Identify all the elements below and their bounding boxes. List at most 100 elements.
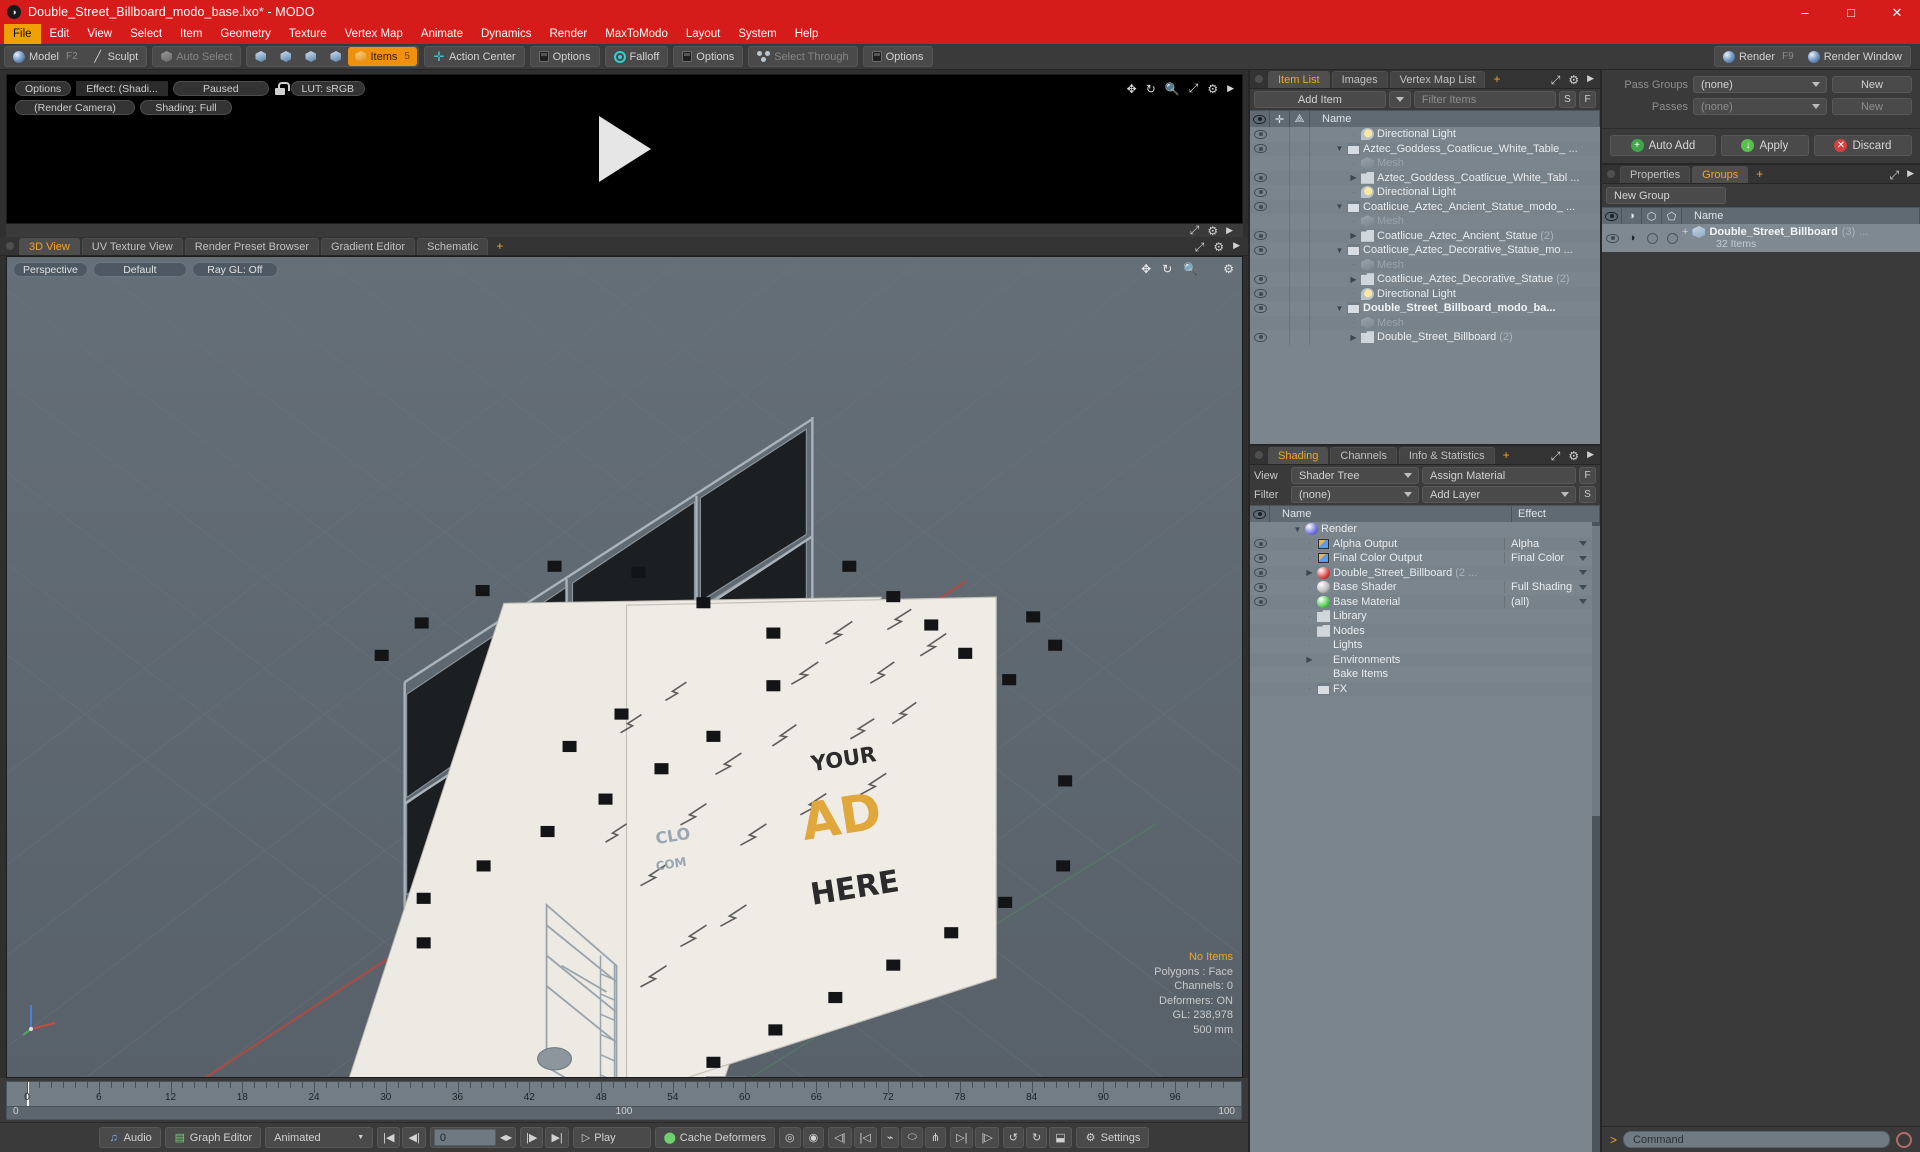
command-input[interactable]: Command <box>1623 1131 1890 1148</box>
table-row[interactable]: · Library <box>1250 609 1592 624</box>
record-icon[interactable] <box>1896 1131 1912 1148</box>
tab-info-statistics[interactable]: Info & Statistics <box>1398 447 1495 464</box>
item-list-f-button[interactable]: F <box>1579 91 1596 108</box>
settings-button[interactable]: ⚙ Settings <box>1075 1127 1150 1148</box>
table-row[interactable]: ▼ Render <box>1250 522 1592 537</box>
passes-new-button[interactable]: New <box>1832 98 1912 115</box>
menu-view[interactable]: View <box>78 24 121 44</box>
last-key-button[interactable]: |▷ <box>975 1127 999 1148</box>
action-center-options-button[interactable]: Options <box>532 47 598 66</box>
table-row[interactable]: · Mesh <box>1250 257 1600 272</box>
menu-help[interactable]: Help <box>786 24 828 44</box>
render-preview-panel[interactable]: Options Effect: (Shadi... Paused LUT: sR… <box>6 74 1243 224</box>
table-row[interactable]: ▶ Coatlicue_Aztec_Decorative_Statue (2) <box>1250 272 1600 287</box>
first-key-button[interactable]: |◁ <box>853 1127 877 1148</box>
col-axis-header[interactable]: ⟁ <box>1290 110 1310 128</box>
menu-select[interactable]: Select <box>121 24 171 44</box>
gear-icon[interactable]: ⚙ <box>1568 73 1579 88</box>
discard-button[interactable]: ✕ Discard <box>1813 135 1913 156</box>
graph-editor-button[interactable]: ▤ Graph Editor <box>164 1127 262 1148</box>
col-wire-header[interactable]: ⬠ <box>1662 207 1682 225</box>
previous-frame-button[interactable]: ◀| <box>402 1127 426 1148</box>
next-key-button[interactable]: ▷| <box>950 1127 974 1148</box>
chevron-right-icon[interactable]: ▶ <box>1226 225 1233 236</box>
add-layer-button[interactable]: Add Layer <box>1422 486 1576 503</box>
close-button[interactable]: ✕ <box>1874 0 1920 24</box>
visibility-toggle[interactable] <box>1250 597 1270 607</box>
chevron-right-icon[interactable]: ▶ <box>1907 168 1914 183</box>
viewport-raygl-toggle[interactable]: Ray GL: Off <box>191 262 278 277</box>
items-mode-button[interactable]: Items 5 <box>348 47 417 66</box>
visibility-toggle[interactable] <box>1250 144 1270 154</box>
select-through-button[interactable]: Select Through <box>750 47 855 66</box>
add-tab-button[interactable]: + <box>490 239 509 253</box>
col-render-header[interactable]: ◑ <box>1622 207 1642 225</box>
table-row[interactable]: · Base Material (all) <box>1250 594 1592 609</box>
menu-vertex-map[interactable]: Vertex Map <box>336 24 412 44</box>
auto-add-button[interactable]: + Auto Add <box>1610 135 1716 156</box>
add-tab-button[interactable]: + <box>1750 167 1769 181</box>
tab-schematic[interactable]: Schematic <box>417 238 489 255</box>
timeline-panel[interactable]: 0 6 12 18 24 30 36 42 48 54 60 66 72 78 84 90 96 0 100 1… <box>0 1078 1248 1122</box>
group-shade-toggle[interactable] <box>1642 232 1662 244</box>
menu-animate[interactable]: Animate <box>412 24 472 44</box>
preview-paused-button[interactable]: Paused <box>172 81 269 96</box>
move-icon[interactable]: ✥ <box>1141 262 1151 276</box>
visibility-toggle[interactable] <box>1250 332 1270 342</box>
apply-button[interactable]: ↓ Apply <box>1720 135 1809 156</box>
table-row[interactable]: · Alpha Output Alpha <box>1250 536 1592 551</box>
chevron-right-icon[interactable]: ▶ <box>1233 240 1240 255</box>
add-item-dropdown[interactable] <box>1388 91 1411 108</box>
frame-value[interactable]: 0 <box>433 1129 496 1146</box>
edge-mode-button[interactable] <box>273 47 298 66</box>
axis-cell[interactable] <box>1290 243 1310 258</box>
cache-deformers-button[interactable]: ⬤ Cache Deformers <box>654 1127 775 1148</box>
add-item-button[interactable]: Add Item <box>1254 91 1386 108</box>
axis-cell[interactable] <box>1290 286 1310 301</box>
lock-cell[interactable] <box>1270 214 1290 229</box>
cycle-button[interactable]: ↻ <box>1025 1127 1048 1148</box>
axis-cell[interactable] <box>1290 170 1310 185</box>
audio-button[interactable]: ♫ Audio <box>98 1127 161 1148</box>
gear-icon[interactable]: ⚙ <box>1213 240 1224 255</box>
table-row[interactable]: · Mesh <box>1250 156 1600 171</box>
table-row[interactable]: · Directional Light <box>1250 286 1600 301</box>
shading-f-button[interactable]: F <box>1579 467 1596 484</box>
zoom-icon[interactable]: 🔍 <box>1165 82 1180 96</box>
visibility-toggle[interactable] <box>1250 173 1270 183</box>
tab-uv-texture-view[interactable]: UV Texture View <box>81 238 183 255</box>
col-shade-header[interactable]: ⬡ <box>1642 207 1662 225</box>
chevron-down-icon[interactable] <box>1579 584 1587 590</box>
table-row[interactable]: · Directional Light <box>1250 185 1600 200</box>
vertex-mode-button[interactable] <box>248 47 273 66</box>
axis-cell[interactable] <box>1290 185 1310 200</box>
tab-channels[interactable]: Channels <box>1330 447 1397 464</box>
item-list-tree[interactable]: · Directional Light ▼ Aztec_Goddess_Coatlic… <box>1250 127 1600 444</box>
chevron-down-icon[interactable] <box>1579 570 1587 576</box>
menu-dynamics[interactable]: Dynamics <box>472 24 540 44</box>
group-visibility-toggle[interactable] <box>1602 233 1622 243</box>
menu-texture[interactable]: Texture <box>280 24 336 44</box>
visibility-toggle[interactable] <box>1250 303 1270 313</box>
preview-lut-button[interactable]: LUT: sRGB <box>290 81 365 96</box>
play-button[interactable]: ▷ Play <box>572 1127 651 1148</box>
col-visibility-header[interactable] <box>1250 110 1270 128</box>
current-frame-field[interactable]: 0 ◀▶ <box>429 1127 517 1148</box>
timeline-range-bar[interactable]: 0 100 100 <box>6 1106 1242 1120</box>
chevron-down-icon[interactable] <box>1579 541 1587 547</box>
axis-cell[interactable] <box>1290 199 1310 214</box>
lock-cell[interactable] <box>1270 185 1290 200</box>
render-window-button[interactable]: Render Window <box>1801 47 1909 66</box>
preview-effect-selector[interactable]: Effect: (Shadi... <box>76 81 168 96</box>
fit-icon[interactable]: ⤢ <box>1551 73 1561 88</box>
expand-arrow-icon[interactable]: ▶ <box>1305 568 1314 577</box>
menu-geometry[interactable]: Geometry <box>211 24 280 44</box>
lock-cell[interactable] <box>1270 272 1290 287</box>
collapse-arrow-icon[interactable]: ▼ <box>1335 144 1344 153</box>
lock-cell[interactable] <box>1270 156 1290 171</box>
axis-cell[interactable] <box>1290 257 1310 272</box>
gear-icon[interactable]: ⚙ <box>1207 82 1218 96</box>
visibility-toggle[interactable] <box>1250 289 1270 299</box>
gear-icon[interactable]: ⚙ <box>1568 449 1579 464</box>
table-row[interactable]: ▼ Coatlicue_Aztec_Decorative_Statue_mo ..… <box>1250 243 1600 258</box>
